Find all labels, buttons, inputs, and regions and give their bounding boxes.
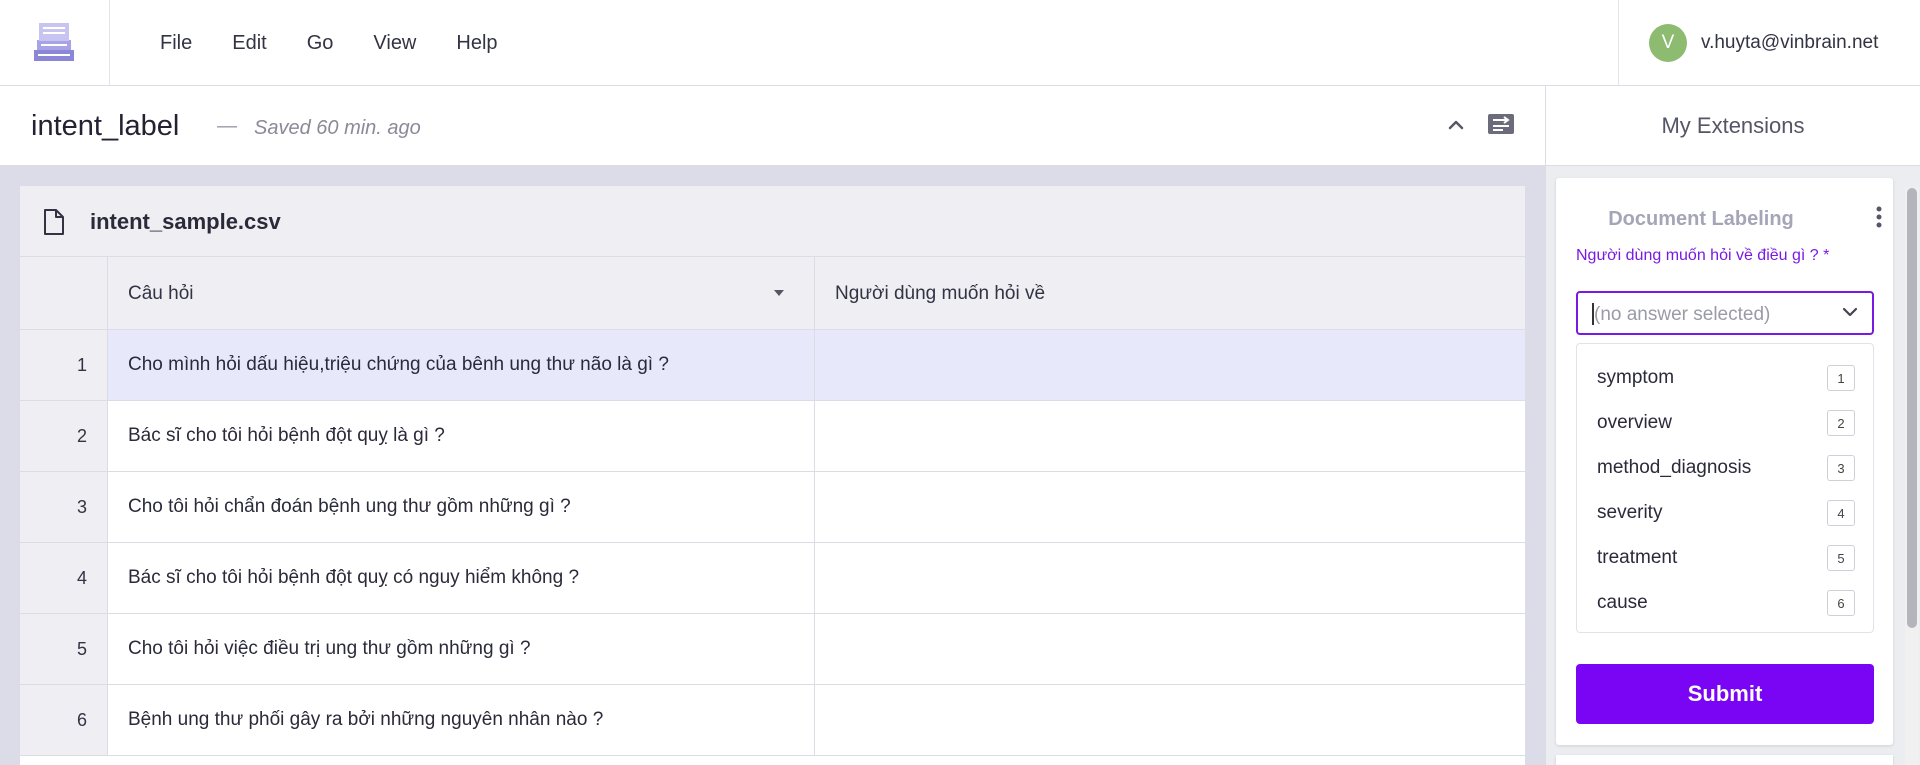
file-icon <box>44 209 64 235</box>
option-label: overview <box>1597 412 1672 433</box>
index-column-header <box>20 257 108 329</box>
row-index-cell: 4 <box>20 543 108 613</box>
row-index: 5 <box>76 639 87 659</box>
more-options-icon[interactable] <box>1876 206 1882 228</box>
question-cell[interactable]: Bác sĩ cho tôi hỏi bệnh đột quỵ có nguy … <box>108 543 815 613</box>
main-area: intent_sample.csv Câu hỏi Người dùng muố… <box>0 166 1545 765</box>
answer-cell[interactable] <box>815 472 1525 542</box>
question-cell[interactable]: Cho tôi hỏi việc điều trị ung thư gồm nh… <box>108 614 815 684</box>
table-row[interactable]: 6 Bệnh ung thư phối gây ra bởi những ngu… <box>20 685 1525 756</box>
user-menu[interactable]: V v.huyta@vinbrain.net <box>1618 0 1920 86</box>
row-index-cell: 1 <box>20 330 108 400</box>
option-label: method_diagnosis <box>1597 457 1752 478</box>
question-cell[interactable]: Bệnh ung thư phối gây ra bởi những nguyê… <box>108 685 815 755</box>
option-overview[interactable]: overview 2 <box>1577 401 1875 446</box>
main-menu: File Edit Go View Help <box>140 0 518 86</box>
shortcut-key-badge: 4 <box>1827 500 1855 526</box>
app-logo-icon[interactable] <box>33 20 75 62</box>
option-label: cause <box>1597 592 1648 613</box>
title-separator: — <box>217 115 237 137</box>
row-index: 2 <box>76 426 87 446</box>
table-row[interactable]: 1 Cho mình hỏi dấu hiệu,triệu chứng của … <box>20 330 1525 401</box>
file-card: intent_sample.csv Câu hỏi Người dùng muố… <box>20 186 1525 765</box>
row-index: 6 <box>76 710 87 730</box>
option-treatment[interactable]: treatment 5 <box>1577 536 1875 581</box>
row-index-cell: 5 <box>20 614 108 684</box>
question-text: Cho tôi hỏi chẩn đoán bệnh ung thư gồm n… <box>128 496 571 517</box>
shortcut-key-badge: 3 <box>1827 455 1855 481</box>
answer-cell[interactable] <box>815 543 1525 613</box>
menu-view[interactable]: View <box>353 32 436 55</box>
question-label: Người dùng muốn hỏi về điều gì ? * <box>1576 247 1830 264</box>
row-index: 1 <box>76 355 87 375</box>
question-cell[interactable]: Bác sĩ cho tôi hỏi bệnh đột quỵ là gì ? <box>108 401 815 471</box>
project-header: intent_label — Saved 60 min. ago <box>0 86 1545 166</box>
row-index-cell: 6 <box>20 685 108 755</box>
labeling-title: Document Labeling <box>1608 208 1794 230</box>
question-text: Cho tôi hỏi việc điều trị ung thư gồm nh… <box>128 638 531 659</box>
row-index: 3 <box>76 497 87 517</box>
question-cell[interactable]: Cho tôi hỏi chẩn đoán bệnh ung thư gồm n… <box>108 472 815 542</box>
chevron-up-icon[interactable] <box>1445 114 1467 136</box>
menu-help[interactable]: Help <box>436 32 517 55</box>
extensions-title: My Extensions <box>1661 112 1805 138</box>
question-text: Bác sĩ cho tôi hỏi bệnh đột quỵ là gì ? <box>128 425 445 446</box>
question-text: Bác sĩ cho tôi hỏi bệnh đột quỵ có nguy … <box>128 567 580 588</box>
column-header-label: Người dùng muốn hỏi về <box>835 283 1046 304</box>
column-header-label: Câu hỏi <box>128 283 194 304</box>
user-email: v.huyta@vinbrain.net <box>1701 32 1879 53</box>
file-header: intent_sample.csv <box>20 186 1525 257</box>
table-row[interactable]: 5 Cho tôi hỏi việc điều trị ung thư gồm … <box>20 614 1525 685</box>
answer-cell[interactable] <box>815 685 1525 755</box>
chevron-down-icon[interactable] <box>1842 306 1858 318</box>
labeling-card: Document Labeling Người dùng muốn hỏi về… <box>1556 178 1893 745</box>
row-index-cell: 2 <box>20 401 108 471</box>
sort-down-icon[interactable] <box>774 290 784 296</box>
row-index-cell: 3 <box>20 472 108 542</box>
option-label: severity <box>1597 502 1663 523</box>
select-placeholder: (no answer selected) <box>1594 304 1771 325</box>
avatar: V <box>1649 24 1687 62</box>
answer-cell[interactable] <box>815 330 1525 400</box>
table-header: Câu hỏi Người dùng muốn hỏi về <box>20 257 1525 330</box>
question-text: Cho mình hỏi dấu hiệu,triệu chứng của bê… <box>128 354 669 375</box>
next-extension-card <box>1556 755 1893 765</box>
option-cause[interactable]: cause 6 <box>1577 581 1875 626</box>
menu-go[interactable]: Go <box>287 32 354 55</box>
extensions-header: My Extensions <box>1545 86 1920 166</box>
row-index: 4 <box>76 568 87 588</box>
saved-status: Saved 60 min. ago <box>254 117 421 139</box>
menu-edit[interactable]: Edit <box>212 32 286 55</box>
extensions-panel: Document Labeling Người dùng muốn hỏi về… <box>1545 166 1920 765</box>
shortcut-key-badge: 1 <box>1827 365 1855 391</box>
options-list: symptom 1 overview 2 method_diagnosis 3 … <box>1576 343 1874 633</box>
answer-cell[interactable] <box>815 614 1525 684</box>
table-row[interactable]: 3 Cho tôi hỏi chẩn đoán bệnh ung thư gồm… <box>20 472 1525 543</box>
shortcut-key-badge: 5 <box>1827 545 1855 571</box>
table-row[interactable]: 2 Bác sĩ cho tôi hỏi bệnh đột quỵ là gì … <box>20 401 1525 472</box>
answer-select[interactable]: (no answer selected) <box>1576 291 1874 335</box>
question-cell[interactable]: Cho mình hỏi dấu hiệu,triệu chứng của bê… <box>108 330 815 400</box>
submit-button[interactable]: Submit <box>1576 664 1874 724</box>
option-method-diagnosis[interactable]: method_diagnosis 3 <box>1577 446 1875 491</box>
menu-file[interactable]: File <box>140 32 212 55</box>
option-label: treatment <box>1597 547 1678 568</box>
table-row[interactable]: 4 Bác sĩ cho tôi hỏi bệnh đột quỵ có ngu… <box>20 543 1525 614</box>
question-text: Bệnh ung thư phối gây ra bởi những nguyê… <box>128 709 604 730</box>
panel-toggle-icon[interactable] <box>1487 112 1515 138</box>
column-header-answer[interactable]: Người dùng muốn hỏi về <box>815 257 1525 329</box>
column-header-question[interactable]: Câu hỏi <box>108 257 815 329</box>
project-title: intent_label <box>31 110 180 142</box>
shortcut-key-badge: 6 <box>1827 590 1855 616</box>
file-name: intent_sample.csv <box>90 209 281 234</box>
logo-area <box>0 0 110 86</box>
menubar: File Edit Go View Help V v.huyta@vinbrai… <box>0 0 1920 86</box>
shortcut-key-badge: 2 <box>1827 410 1855 436</box>
answer-cell[interactable] <box>815 401 1525 471</box>
panel-scrollbar[interactable] <box>1905 188 1919 765</box>
option-label: symptom <box>1597 367 1675 388</box>
option-symptom[interactable]: symptom 1 <box>1577 356 1875 401</box>
option-severity[interactable]: severity 4 <box>1577 491 1875 536</box>
scrollbar-thumb[interactable] <box>1907 188 1917 628</box>
